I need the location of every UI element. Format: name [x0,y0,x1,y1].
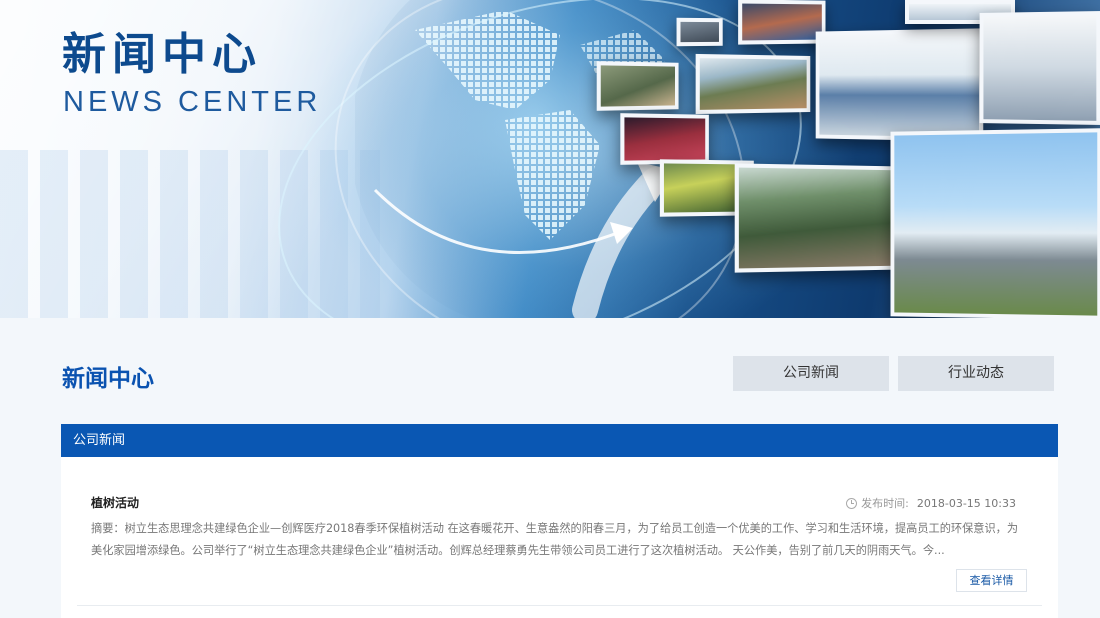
item-divider [77,605,1042,606]
news-photo [620,113,709,165]
news-photo [816,28,984,141]
news-item-title[interactable]: 植树活动 [91,494,139,511]
date-label: 发布时间: [861,495,909,511]
panel-header: 公司新闻 [61,424,1058,457]
news-photo-building [890,128,1100,318]
news-photo [597,61,679,111]
news-item-date: 发布时间: 2018-03-15 10:33 [846,495,1016,511]
banner-title-cn: 新闻中心 [62,18,262,82]
news-photo [696,54,811,114]
view-details-button[interactable]: 查看详情 [956,569,1027,592]
clock-icon [846,498,857,509]
news-panel: 公司新闻 植树活动 发布时间: 2018-03-15 10:33 摘要：树立生态… [61,424,1058,618]
banner: 新闻中心 NEWS CENTER [0,0,1100,318]
news-item-summary: 摘要：树立生态思理念共建绿色企业—创辉医疗2018春季环保植树活动 在这春暖花开… [91,518,1026,562]
news-photo [677,18,723,46]
news-photo [738,0,825,45]
tab-company-news[interactable]: 公司新闻 [733,356,889,391]
banner-title-en: NEWS CENTER [63,86,321,119]
section-title: 新闻中心 [62,359,154,393]
tab-industry-news[interactable]: 行业动态 [898,356,1054,391]
date-value: 2018-03-15 10:33 [917,497,1016,510]
news-photo [980,11,1100,125]
news-photo [735,163,905,272]
